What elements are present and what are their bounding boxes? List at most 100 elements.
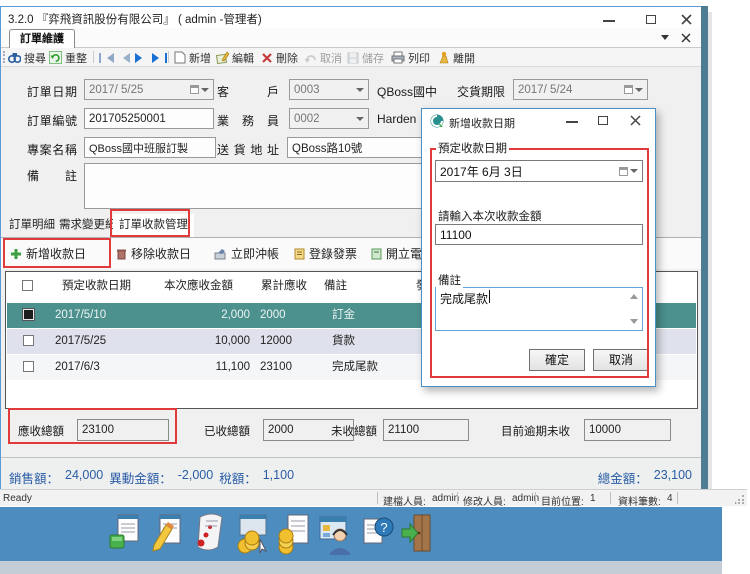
nav-first-button[interactable] [99,50,114,65]
trash-icon [116,248,127,260]
row-checkbox[interactable] [23,335,34,346]
nav-prev-icon [118,53,130,63]
delete-button[interactable]: 刪除 [261,50,298,65]
nav-prev-button[interactable] [118,50,130,65]
sales-select[interactable]: 0002 [289,108,369,129]
print-icon [391,51,405,64]
toolbar-grip [3,247,8,259]
customer-select[interactable]: 0003 [289,79,369,100]
taskbar-strip [0,561,722,574]
header-select-all[interactable] [6,272,50,300]
checkout-payment-icon[interactable] [234,513,268,555]
order-no-value: 201705250001 [89,113,166,125]
customer-name: QBoss國中 [377,83,437,100]
search-button[interactable]: 搜尋 [8,50,46,65]
dialog-cancel-button[interactable]: 取消 [593,349,649,371]
dropdown-arrow-icon[interactable] [356,117,364,125]
maximize-icon[interactable] [646,15,656,24]
resize-grip-icon[interactable] [735,494,745,504]
dialog-maximize-icon[interactable] [598,116,608,125]
refresh-icon [49,51,62,64]
deadline-field[interactable]: 2017/ 5/24 [513,79,648,100]
dialog-minimize-icon[interactable] [566,121,578,123]
unreceived-total-label: 未收總額 [331,423,377,439]
customer-service-icon[interactable] [318,513,352,555]
dialog-date-value: 2017年 6月 3日 [440,163,523,180]
invoice-icon [294,248,305,260]
register-invoice-button[interactable]: 登錄發票 [294,245,357,262]
panel-close-icon[interactable] [681,33,691,43]
row-checkbox[interactable] [23,309,34,320]
print-label: 列印 [408,50,430,66]
cell-date: 2017/5/25 [55,329,106,354]
save-label: 儲存 [362,50,384,66]
note-label: 備 註 [27,167,77,184]
window-right-border [701,6,708,489]
select-all-checkbox[interactable] [22,280,33,291]
dropdown-arrow-icon[interactable] [635,88,643,96]
add-payment-date-dialog: 新增收款日期 預定收款日期 2017年 6月 3日 請輸入本次收款金額 1110… [421,108,656,387]
creator-label: 建檔人員: [383,493,426,508]
delete-label: 刪除 [276,50,298,66]
cell-amount: 10,000 [155,329,250,354]
receivable-total-field: 23100 [77,419,169,441]
dialog-title: 新增收款日期 [449,115,515,131]
receivables-icon[interactable] [276,513,310,555]
dialog-date-field[interactable]: 2017年 6月 3日 [435,160,643,182]
order-date-field[interactable]: 2017/ 5/25 [84,79,214,100]
nav-next-button[interactable] [135,50,147,65]
address-label: 送貨地址 [217,141,279,158]
tab-payment-mgmt[interactable]: 訂單收款管理 [113,214,194,237]
add-payment-date-button[interactable]: 新增收款日 [10,245,86,262]
row-checkbox[interactable] [23,361,34,372]
scroll-down-icon[interactable] [630,319,638,328]
dropdown-arrow-icon[interactable] [201,88,209,96]
tab-order-maintenance[interactable]: 訂單維護 [9,29,75,49]
project-field[interactable]: QBoss國中班服訂製 [84,137,216,158]
pin-down-icon[interactable] [661,35,669,44]
dropdown-arrow-icon[interactable] [356,88,364,96]
customer-label: 客 戶 [217,83,279,100]
header-amount[interactable]: 本次應收金額 [164,272,233,300]
cell-accum: 2000 [260,303,286,328]
close-icon[interactable] [681,14,692,25]
cell-accum: 12000 [260,329,292,354]
edit-order-icon[interactable] [150,513,184,555]
scroll-up-icon[interactable] [630,290,638,299]
creator-value: admin [432,493,459,504]
edit-button[interactable]: 編輯 [216,50,254,65]
remove-payment-date-button[interactable]: 移除收款日 [116,245,191,262]
print-button[interactable]: 列印 [391,50,430,65]
dialog-amount-input[interactable]: 11100 [435,224,643,245]
sales-amount-label: 銷售額： [9,468,59,487]
settle-now-button[interactable]: 立即沖帳 [214,245,279,262]
totals-right: 總金額： 23,100 [598,468,692,487]
dialog-date-label: 預定收款日期 [436,140,509,156]
order-report-icon[interactable] [192,513,226,555]
header-date[interactable]: 預定收款日期 [62,272,131,300]
count-label: 資料筆數: [618,493,661,508]
order-no-field[interactable]: 201705250001 [84,108,214,129]
settle-now-label: 立即沖帳 [231,245,279,262]
header-accum[interactable]: 累計應收 [261,272,307,300]
nav-last-button[interactable] [152,50,167,65]
exit-button[interactable]: 離開 [438,50,475,65]
dialog-close-icon[interactable] [630,115,641,126]
undo-icon [304,52,317,64]
new-button[interactable]: 新增 [174,50,211,65]
help-icon[interactable]: ? [360,513,394,555]
dropdown-arrow-icon[interactable] [630,169,638,177]
dialog-amount-value: 11100 [440,228,472,242]
new-document-icon [174,51,186,64]
header-note[interactable]: 備註 [324,272,347,300]
dialog-note-textarea[interactable]: 完成尾款 [435,287,643,331]
refresh-button[interactable]: 重整 [49,50,87,65]
new-order-icon[interactable] [108,513,142,555]
exit-door-icon[interactable] [400,513,434,555]
received-total-value: 2000 [268,424,294,436]
project-value: QBoss國中班服訂製 [89,140,188,156]
svg-text:?: ? [380,520,387,535]
dialog-ok-button[interactable]: 確定 [529,349,585,371]
new-label: 新增 [189,50,211,66]
minimize-icon[interactable] [603,20,615,22]
